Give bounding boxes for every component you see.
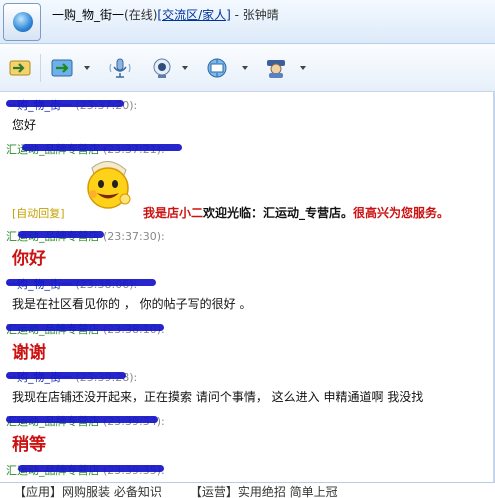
message-text: 您好 xyxy=(12,118,37,132)
window-title: 一购_物_街一(在线)[交流区/家人] - 张钟晴 xyxy=(52,6,279,23)
message-text: 稍等 xyxy=(12,435,46,455)
contact-status: (在线) xyxy=(124,8,158,22)
app-logo-icon xyxy=(13,12,33,32)
tips-bar: 【应用】网购服装 必备知识 【运营】实用绝招 简单上冠 xyxy=(0,482,495,498)
transfer-icon xyxy=(51,59,73,77)
remote-assist-dropdown-icon[interactable] xyxy=(242,66,248,70)
remote-assist-button[interactable] xyxy=(205,56,229,80)
remote-assist-icon xyxy=(207,58,227,78)
contact-name: 张钟晴 xyxy=(242,8,279,22)
send-file-button[interactable] xyxy=(8,56,32,80)
chat-toolbar xyxy=(0,44,495,92)
message-text: 你好 xyxy=(12,249,46,269)
smiley-emoticon-icon xyxy=(80,154,136,212)
tip-link[interactable]: 【运营】实用绝招 简单上冠 xyxy=(190,485,338,498)
title-separator: - xyxy=(230,8,243,22)
user-info-icon xyxy=(267,60,285,78)
contact-avatar[interactable] xyxy=(3,3,41,41)
redaction-mark xyxy=(22,144,182,151)
transfer-button[interactable] xyxy=(50,56,74,80)
redaction-mark xyxy=(6,100,124,107)
auto-reply-text: 我是店小二欢迎光临：汇运动_专营店。很高兴为您服务。 xyxy=(143,204,449,221)
redaction-mark xyxy=(6,372,126,379)
toolbar-divider xyxy=(40,54,41,82)
user-info-dropdown-icon[interactable] xyxy=(300,66,306,70)
message-time: (23:37:30): xyxy=(103,230,165,243)
video-button[interactable] xyxy=(150,56,174,80)
auto-reply-part: 我是店小二 xyxy=(143,206,204,220)
redaction-mark xyxy=(18,231,104,238)
auto-reply-part: 很高兴为您服务。 xyxy=(353,206,450,220)
contact-nickname: 一购_物_街一 xyxy=(52,8,125,22)
message-text: 我是在社区看见你的 ， 你的帖子写的很好 。 xyxy=(12,297,252,311)
microphone-icon xyxy=(109,58,131,78)
contact-group-link[interactable]: [交流区/家人] xyxy=(157,8,230,22)
tip-link[interactable]: 【应用】网购服装 必备知识 xyxy=(14,485,162,498)
webcam-icon xyxy=(153,58,171,78)
redaction-mark xyxy=(6,279,156,286)
voice-button[interactable] xyxy=(108,56,132,80)
transfer-dropdown-icon[interactable] xyxy=(84,66,90,70)
chat-history[interactable]: 一购_物_街一 (23:37:20): 您好 汇运动_品牌专营店 (23:37:… xyxy=(0,92,495,482)
auto-reply-tag: [自动回复] xyxy=(12,207,65,220)
redaction-mark xyxy=(6,324,164,331)
redaction-mark xyxy=(6,416,158,423)
redaction-mark xyxy=(18,465,164,472)
send-file-icon xyxy=(9,60,31,76)
chat-window-header: 一购_物_街一(在线)[交流区/家人] - 张钟晴 xyxy=(0,0,495,44)
video-dropdown-icon[interactable] xyxy=(182,66,188,70)
message-text: 谢谢 xyxy=(12,343,46,363)
auto-reply-part: 欢迎光临：汇运动_专营店。 xyxy=(203,206,354,220)
user-info-button[interactable] xyxy=(264,56,288,80)
message-text: 我现在店铺还没开起来，正在摸索 请问个事情， 这么进入 申精通道啊 我没找 xyxy=(12,390,424,404)
